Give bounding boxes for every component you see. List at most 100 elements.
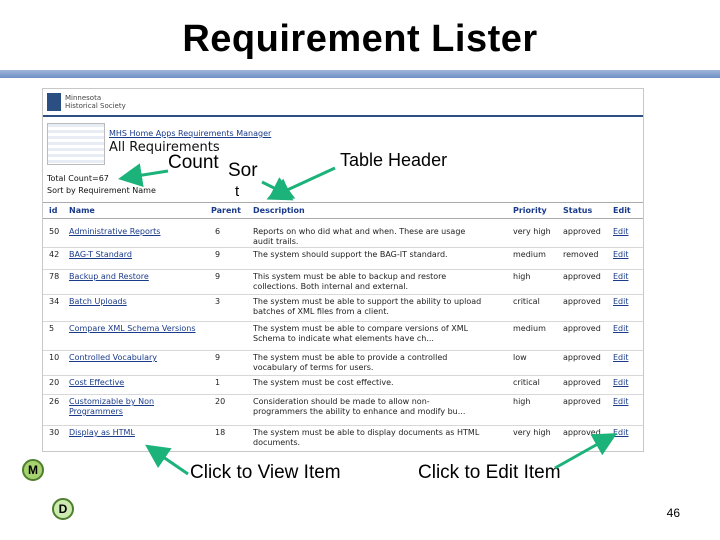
row-edit-link[interactable]: Edit bbox=[613, 397, 629, 407]
row-description: The system must be cost effective. bbox=[253, 378, 394, 387]
row-id: 10 bbox=[49, 353, 60, 362]
title-divider bbox=[0, 70, 720, 78]
row-name-link[interactable]: Administrative Reports bbox=[69, 227, 199, 237]
table-row: 34 Batch Uploads 3 The system must be able … bbox=[43, 294, 643, 322]
row-edit-link[interactable]: Edit bbox=[613, 250, 629, 260]
row-priority: critical bbox=[513, 297, 540, 306]
slide-title: Requirement Lister bbox=[182, 18, 538, 60]
col-header-description[interactable]: Description bbox=[253, 206, 305, 215]
row-status: approved bbox=[563, 297, 601, 306]
breadcrumb[interactable]: MHS Home Apps Requirements Manager bbox=[109, 129, 271, 138]
badge-d: D bbox=[52, 498, 74, 520]
row-status: approved bbox=[563, 378, 601, 387]
app-screenshot: Minnesota Historical Society MHS Home Ap… bbox=[42, 88, 644, 452]
row-edit-link[interactable]: Edit bbox=[613, 297, 629, 307]
col-header-id[interactable]: id bbox=[49, 206, 57, 215]
row-name-link[interactable]: Display as HTML bbox=[69, 428, 199, 438]
table-row: 20 Cost Effective 1 The system must be cost… bbox=[43, 375, 643, 395]
row-description: Reports on who did what and when. These … bbox=[253, 227, 466, 246]
annotation-sort-cont: t bbox=[235, 183, 240, 200]
annotation-sort: Sor bbox=[228, 160, 258, 181]
row-description: The system must be able to display docum… bbox=[253, 428, 480, 447]
row-edit-link[interactable]: Edit bbox=[613, 324, 629, 334]
header-rule bbox=[43, 115, 643, 117]
row-id: 42 bbox=[49, 250, 60, 259]
row-parent: 9 bbox=[215, 250, 221, 259]
annotation-table-header: Table Header bbox=[340, 150, 448, 170]
row-priority: medium bbox=[513, 250, 546, 259]
row-status: approved bbox=[563, 353, 601, 362]
row-status: approved bbox=[563, 428, 601, 437]
row-parent: 9 bbox=[215, 353, 221, 362]
annotation-view-item: Click to View Item bbox=[190, 462, 341, 483]
row-edit-link[interactable]: Edit bbox=[613, 272, 629, 282]
row-parent: 20 bbox=[215, 397, 226, 406]
side-thumbnail-image bbox=[47, 123, 105, 165]
row-parent: 6 bbox=[215, 227, 221, 236]
row-priority: low bbox=[513, 353, 527, 362]
mn-logo-icon bbox=[47, 93, 61, 111]
row-id: 34 bbox=[49, 297, 60, 306]
table-row: 42 BAG-T Standard 9 The system should suppo… bbox=[43, 247, 643, 270]
row-priority: high bbox=[513, 272, 531, 281]
logo-line-1: Minnesota bbox=[65, 94, 102, 102]
row-description: The system should support the BAG-IT sta… bbox=[253, 250, 448, 259]
col-header-name[interactable]: Name bbox=[69, 206, 95, 215]
table-header: id Name Parent Description Priority Stat… bbox=[43, 202, 643, 219]
row-id: 30 bbox=[49, 428, 60, 437]
row-name-link[interactable]: Compare XML Schema Versions bbox=[69, 324, 199, 334]
table-row: 5 Compare XML Schema Versions The system m… bbox=[43, 321, 643, 351]
row-status: approved bbox=[563, 397, 601, 406]
col-header-edit: Edit bbox=[613, 206, 631, 215]
row-id: 50 bbox=[49, 227, 60, 236]
row-name-link[interactable]: Cost Effective bbox=[69, 378, 199, 388]
total-count: Total Count=67 bbox=[47, 174, 109, 183]
row-name-link[interactable]: BAG-T Standard bbox=[69, 250, 199, 260]
table-row: 50 Administrative Reports 6 Reports on who … bbox=[43, 224, 643, 248]
table-row: 30 Display as HTML 18 The system must be ab… bbox=[43, 425, 643, 451]
row-edit-link[interactable]: Edit bbox=[613, 227, 629, 237]
row-parent: 9 bbox=[215, 272, 221, 281]
row-id: 26 bbox=[49, 397, 60, 406]
row-name-link[interactable]: Controlled Vocabulary bbox=[69, 353, 199, 363]
row-description: Consideration should be made to allow no… bbox=[253, 397, 466, 416]
row-priority: high bbox=[513, 397, 531, 406]
page-number: 46 bbox=[666, 506, 680, 520]
row-status: approved bbox=[563, 272, 601, 281]
row-priority: medium bbox=[513, 324, 546, 333]
row-parent: 3 bbox=[215, 297, 221, 306]
row-description: The system must be able to compare versi… bbox=[253, 324, 469, 343]
logo-text: Minnesota Historical Society bbox=[65, 94, 126, 110]
row-priority: very high bbox=[513, 227, 551, 236]
table-row: 78 Backup and Restore 9 This system must be… bbox=[43, 269, 643, 295]
row-description: This system must be able to backup and r… bbox=[253, 272, 447, 291]
row-id: 5 bbox=[49, 324, 55, 333]
row-name-link[interactable]: Backup and Restore bbox=[69, 272, 199, 282]
logo-line-2: Historical Society bbox=[65, 102, 126, 110]
row-edit-link[interactable]: Edit bbox=[613, 353, 629, 363]
row-parent: 18 bbox=[215, 428, 226, 437]
row-status: approved bbox=[563, 227, 601, 236]
badge-m: M bbox=[22, 459, 44, 481]
row-parent: 1 bbox=[215, 378, 221, 387]
row-id: 20 bbox=[49, 378, 60, 387]
row-name-link[interactable]: Customizable by Non Programmers bbox=[69, 397, 199, 417]
col-header-status[interactable]: Status bbox=[563, 206, 592, 215]
row-edit-link[interactable]: Edit bbox=[613, 428, 629, 438]
col-header-priority[interactable]: Priority bbox=[513, 206, 547, 215]
row-id: 78 bbox=[49, 272, 60, 281]
row-priority: very high bbox=[513, 428, 551, 437]
table-row: 10 Controlled Vocabulary 9 The system must … bbox=[43, 350, 643, 376]
row-edit-link[interactable]: Edit bbox=[613, 378, 629, 388]
annotation-edit-item: Click to Edit Item bbox=[418, 462, 561, 483]
row-priority: critical bbox=[513, 378, 540, 387]
row-status: approved bbox=[563, 324, 601, 333]
annotation-count: Count bbox=[168, 152, 219, 173]
row-status: removed bbox=[563, 250, 599, 259]
table-row: 26 Customizable by Non Programmers 20 Consi… bbox=[43, 394, 643, 426]
row-description: The system must be able to support the a… bbox=[253, 297, 482, 316]
row-description: The system must be able to provide a con… bbox=[253, 353, 448, 372]
row-name-link[interactable]: Batch Uploads bbox=[69, 297, 199, 307]
col-header-parent[interactable]: Parent bbox=[211, 206, 241, 215]
sort-by-label[interactable]: Sort by Requirement Name bbox=[47, 186, 156, 195]
